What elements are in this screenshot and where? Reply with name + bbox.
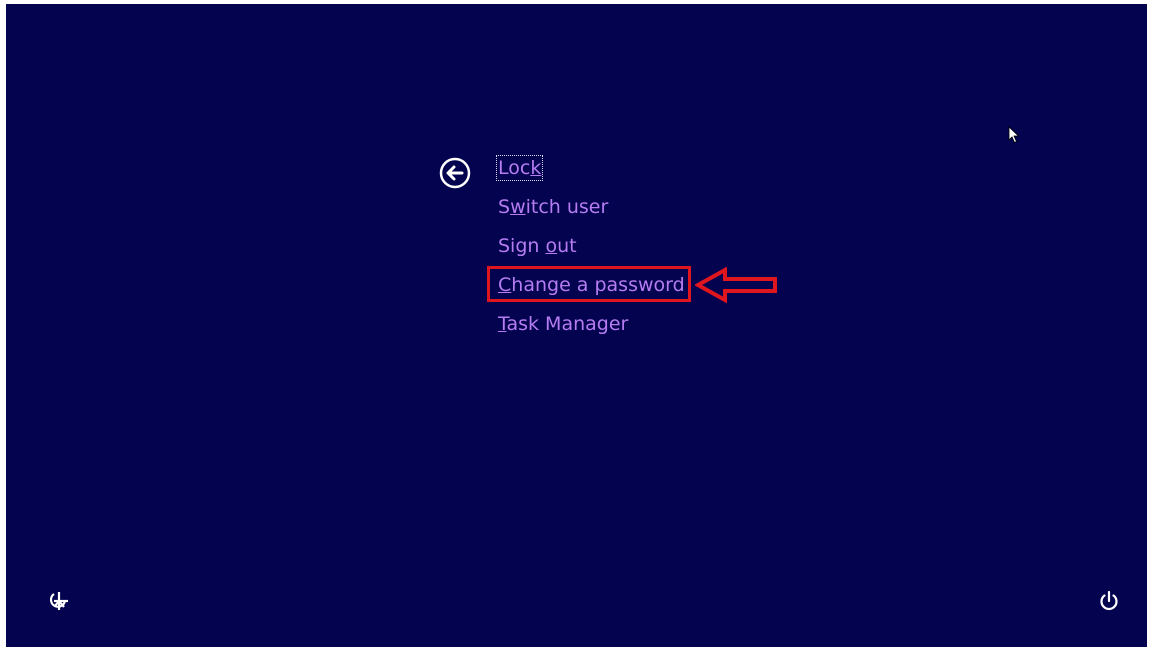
lock-option-label: Lock [495, 155, 544, 181]
ease-of-access-button[interactable] [46, 588, 72, 614]
change-password-option[interactable]: Change a password [487, 266, 691, 305]
change-password-option-label: Change a password [498, 274, 685, 296]
annotation-arrow-icon [695, 267, 777, 303]
power-button[interactable] [1098, 590, 1120, 612]
task-manager-option-label: Task Manager [498, 313, 629, 335]
ease-of-access-icon [49, 592, 68, 610]
back-button[interactable] [439, 157, 471, 189]
mouse-cursor-icon [1008, 126, 1020, 144]
task-manager-option[interactable]: Task Manager [497, 305, 685, 344]
power-icon [1100, 590, 1118, 611]
security-options-menu: Lock Switch user Sign out Change a passw… [487, 149, 691, 344]
switch-user-option[interactable]: Switch user [497, 188, 685, 227]
back-arrow-icon [439, 157, 471, 189]
lock-option[interactable]: Lock [495, 149, 685, 188]
ctrl-alt-del-screen: Lock Switch user Sign out Change a passw… [6, 4, 1147, 647]
sign-out-option[interactable]: Sign out [497, 227, 685, 266]
sign-out-option-label: Sign out [498, 235, 577, 257]
switch-user-option-label: Switch user [498, 196, 609, 218]
